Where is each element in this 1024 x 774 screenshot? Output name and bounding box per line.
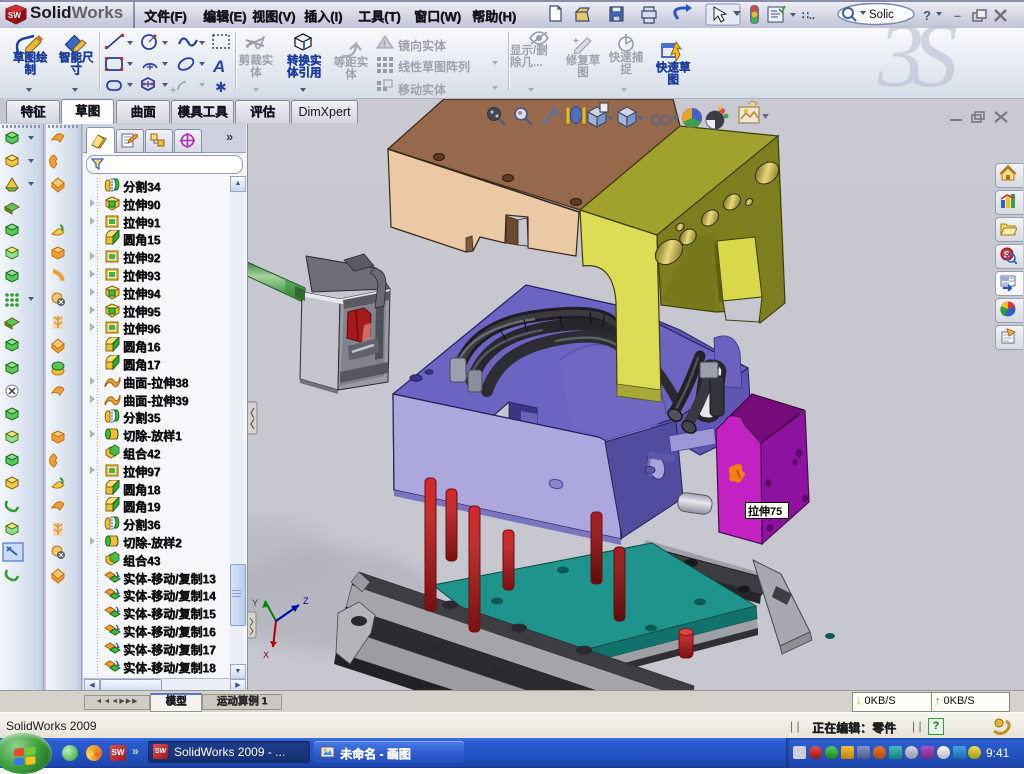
svg-text:SW: SW <box>8 11 21 20</box>
svg-text:✱: ✱ <box>215 79 227 95</box>
svg-text:∷..: ∷.. <box>802 10 815 22</box>
svg-text:拉伸75: 拉伸75 <box>748 504 782 518</box>
svg-text:A: A <box>212 57 225 76</box>
svg-text:Y: Y <box>252 598 258 608</box>
svg-text:X: X <box>263 650 269 660</box>
svg-text:!: ! <box>383 39 386 49</box>
svg-text:+: + <box>573 36 579 47</box>
svg-text:Z: Z <box>303 596 309 606</box>
